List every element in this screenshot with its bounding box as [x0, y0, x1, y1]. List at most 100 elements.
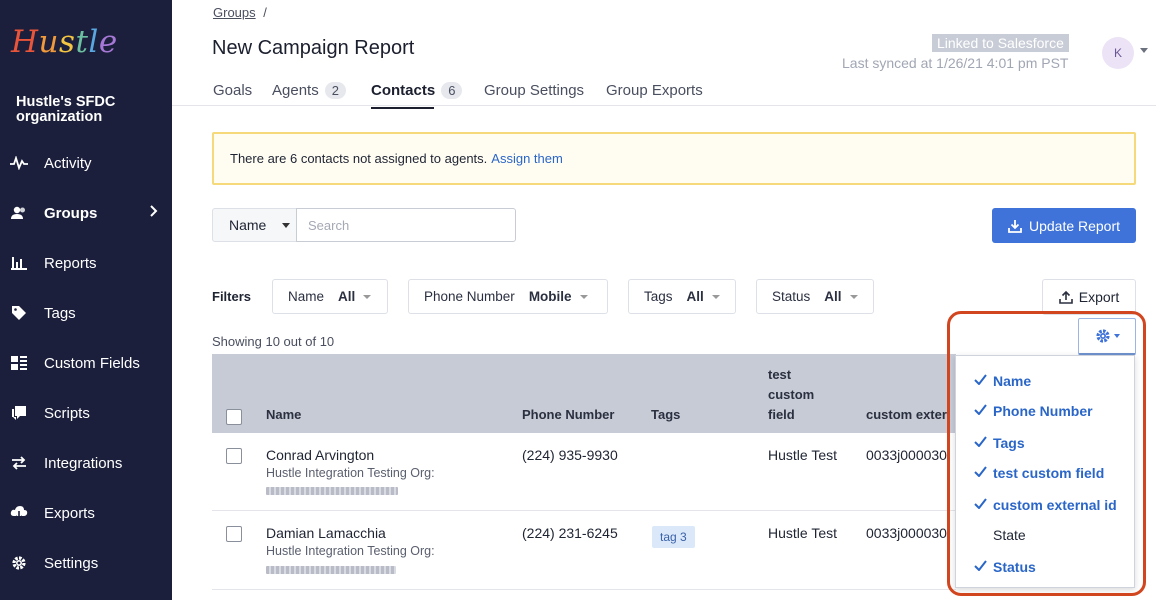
tab-count-badge: 6 — [441, 82, 463, 99]
checkmark-icon — [974, 560, 987, 571]
sidebar-item-label: Exports — [44, 504, 95, 522]
sidebar: Hustle Hustle's SFDC organization Activi… — [0, 0, 172, 600]
tab-count-badge: 2 — [324, 82, 346, 99]
chevron-down-icon[interactable] — [1140, 48, 1148, 53]
filter-label: Phone Number — [424, 289, 515, 304]
search-input[interactable] — [296, 208, 516, 242]
column-header-phone[interactable]: Phone Number — [522, 405, 614, 425]
header-line: custom — [768, 387, 815, 402]
menu-item-label: custom external id — [993, 497, 1117, 513]
sidebar-item-label: Integrations — [44, 454, 123, 472]
filter-name[interactable]: Name All — [272, 279, 388, 314]
contact-name[interactable]: Damian Lamacchia — [266, 525, 386, 541]
header-line: field — [768, 407, 795, 422]
column-toggle-status[interactable]: Status — [956, 552, 1134, 582]
alert-text: There are 6 contacts not assigned to age… — [230, 151, 488, 166]
column-header-custom-external-id[interactable]: custom exter — [866, 405, 947, 425]
tab-label: Contacts — [371, 82, 436, 99]
sidebar-item-label: Reports — [44, 254, 97, 272]
filter-tags[interactable]: Tags All — [628, 279, 736, 314]
sidebar-item-label: Settings — [44, 554, 99, 572]
sidebar-item-label: Scripts — [44, 404, 90, 422]
organization-name: Hustle's SFDC organization — [16, 94, 116, 125]
checkmark-icon — [974, 498, 987, 509]
column-toggle-phone-number[interactable]: Phone Number — [956, 396, 1134, 426]
sidebar-item-groups[interactable]: Groups — [0, 188, 172, 238]
column-toggle-name[interactable]: Name — [956, 366, 1134, 396]
sidebar-item-integrations[interactable]: Integrations — [0, 438, 172, 488]
tab-label: Agents — [272, 82, 319, 99]
contact-custom-field: Hustle Test — [768, 447, 837, 463]
avatar[interactable]: K — [1102, 37, 1134, 69]
sidebar-item-settings[interactable]: Settings — [0, 538, 172, 588]
arrows-icon — [10, 454, 28, 472]
tab-goals[interactable]: Goals — [213, 82, 252, 99]
sidebar-item-activity[interactable]: Activity — [0, 138, 172, 188]
column-toggle-test-custom-field[interactable]: test custom field — [956, 458, 1134, 488]
table-row[interactable]: Damian Lamacchia Hustle Integration Test… — [212, 511, 956, 590]
chat-icon — [10, 404, 28, 422]
select-all-checkbox[interactable] — [226, 409, 242, 425]
breadcrumb-link-groups[interactable]: Groups — [213, 5, 256, 20]
sidebar-item-label: Activity — [44, 154, 92, 172]
contact-name[interactable]: Conrad Arvington — [266, 447, 374, 463]
sidebar-item-tags[interactable]: Tags — [0, 288, 172, 338]
column-header-name[interactable]: Name — [266, 405, 301, 425]
gear-icon — [1095, 329, 1110, 343]
logo-letter: e — [98, 24, 118, 60]
checkmark-icon — [974, 466, 987, 477]
tab-contacts[interactable]: Contacts 6 — [371, 82, 463, 109]
table-row[interactable]: Conrad Arvington Hustle Integration Test… — [212, 433, 956, 511]
upload-icon — [1058, 290, 1073, 304]
column-toggle-custom-external-id[interactable]: custom external id — [956, 490, 1134, 520]
row-checkbox[interactable] — [226, 448, 242, 464]
tag-badge[interactable]: tag 3 — [652, 526, 695, 548]
sidebar-item-custom-fields[interactable]: Custom Fields — [0, 338, 172, 388]
assign-them-link[interactable]: Assign them — [491, 151, 563, 166]
sidebar-nav: Activity Groups Reports Tags Custom Fiel… — [0, 138, 172, 588]
column-visibility-menu: Name Phone Number Tags test custom field cus… — [955, 355, 1135, 588]
caret-down-icon — [711, 294, 720, 299]
contact-phone: (224) 231-6245 — [522, 525, 618, 541]
column-toggle-tags[interactable]: Tags — [956, 428, 1134, 458]
tab-group-exports[interactable]: Group Exports — [606, 82, 703, 99]
tabs-bar: Goals Agents 2 Contacts 6 Group Settings… — [172, 75, 1156, 109]
update-report-button[interactable]: Update Report — [992, 208, 1136, 243]
cloud-download-icon — [10, 504, 28, 522]
column-settings-button[interactable] — [1078, 318, 1136, 355]
column-toggle-state[interactable]: State — [956, 520, 1134, 550]
logo-letter: l — [88, 24, 99, 60]
update-report-label: Update Report — [1028, 217, 1121, 234]
row-checkbox[interactable] — [226, 526, 242, 542]
contact-external-id: 0033j000030 — [866, 447, 947, 463]
contact-phone: (224) 935-9930 — [522, 447, 618, 463]
caret-down-icon — [1113, 334, 1120, 338]
contact-org: Hustle Integration Testing Org: — [266, 466, 435, 480]
menu-item-label: State — [993, 527, 1026, 543]
logo-letter: t — [75, 24, 89, 60]
header-line: test — [768, 367, 792, 382]
unassigned-contacts-alert: There are 6 contacts not assigned to age… — [212, 132, 1136, 185]
page-title: New Campaign Report — [212, 37, 415, 59]
filter-phone-number[interactable]: Phone Number Mobile — [408, 279, 608, 314]
search-field-select[interactable]: Name — [212, 208, 297, 242]
export-button[interactable]: Export — [1042, 279, 1136, 315]
filter-value: Mobile — [528, 289, 572, 304]
contact-external-id: 0033j000030 — [866, 525, 947, 541]
column-header-test-custom-field[interactable]: test custom field — [768, 365, 814, 425]
checkmark-icon — [974, 436, 987, 447]
sidebar-item-scripts[interactable]: Scripts — [0, 388, 172, 438]
menu-item-label: test custom field — [993, 465, 1105, 481]
filter-status[interactable]: Status All — [756, 279, 874, 314]
tab-group-settings[interactable]: Group Settings — [484, 82, 584, 99]
filter-label: Status — [772, 289, 811, 304]
sidebar-item-label: Tags — [44, 304, 76, 322]
tab-agents[interactable]: Agents 2 — [272, 82, 346, 99]
sidebar-item-reports[interactable]: Reports — [0, 238, 172, 288]
sidebar-item-exports[interactable]: Exports — [0, 488, 172, 538]
column-header-tags[interactable]: Tags — [651, 405, 680, 425]
export-label: Export — [1078, 289, 1120, 305]
tab-label: Goals — [213, 82, 253, 99]
caret-down-icon — [363, 294, 372, 299]
hustle-logo[interactable]: Hustle — [11, 24, 118, 60]
